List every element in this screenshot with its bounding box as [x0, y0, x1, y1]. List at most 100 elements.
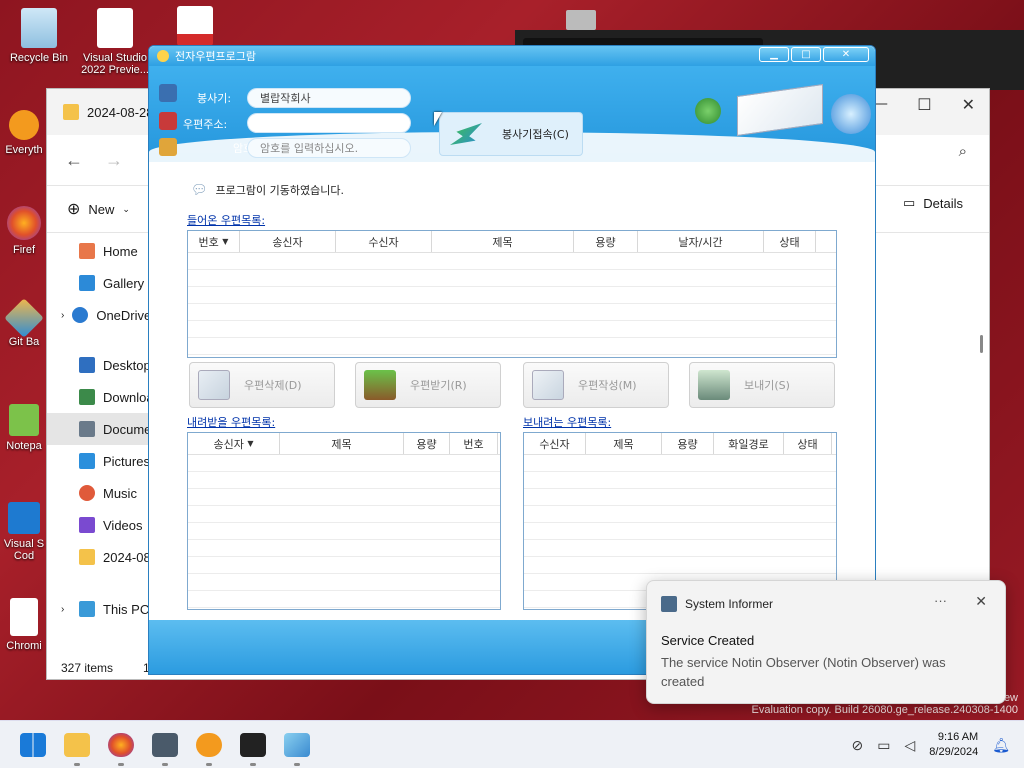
- status-text: 프로그람이 기동하였습니다.: [215, 184, 344, 197]
- everything-search-icon[interactable]: [196, 733, 222, 757]
- col-number[interactable]: 번호 ▼: [188, 231, 240, 252]
- col-recipient[interactable]: 수신자: [524, 433, 586, 454]
- sidebar-item-pictures[interactable]: Pictures: [47, 445, 151, 477]
- desktop-icon-label: Visual Studio 2022 Previe...: [81, 52, 149, 76]
- new-button[interactable]: New: [88, 202, 114, 217]
- close-icon[interactable]: ✕: [975, 593, 987, 610]
- desktop-icon: [79, 357, 95, 373]
- sidebar-item-label: Gallery: [103, 275, 145, 291]
- download-grid[interactable]: 송신자 ▼ 제목 용량 번호: [187, 432, 501, 610]
- col-sender[interactable]: 송신자: [240, 231, 336, 252]
- send-button[interactable]: 보내기(S): [689, 362, 835, 408]
- pictures-icon: [79, 453, 95, 469]
- desktop-icon-pdf[interactable]: [160, 6, 230, 50]
- system-informer-taskbar-icon[interactable]: [152, 733, 178, 757]
- search-icon[interactable]: ⌕: [959, 143, 967, 160]
- col-size[interactable]: 용량: [662, 433, 714, 454]
- server-label: 봉사기:: [197, 92, 232, 105]
- display-icon[interactable]: ▭: [877, 737, 890, 754]
- chevron-right-icon[interactable]: ›: [61, 604, 71, 615]
- col-subject[interactable]: 제목: [432, 231, 574, 252]
- sidebar-item-home[interactable]: Home: [47, 235, 151, 267]
- network-disconnected-icon[interactable]: ⊘: [852, 737, 864, 754]
- email-app-taskbar-icon[interactable]: [284, 733, 310, 757]
- sidebar-item-gallery[interactable]: Gallery: [47, 267, 151, 299]
- search-magnifier-icon: [9, 110, 39, 140]
- desktop-icon-visual-studio[interactable]: Visual Studio 2022 Previe...: [80, 8, 150, 76]
- watermark-text: Evaluation copy. Build 26080.ge_release.…: [751, 704, 1018, 716]
- notification-bell-icon[interactable]: 🔔︎: [992, 737, 1010, 754]
- server-field[interactable]: 별랍작회사: [247, 88, 411, 108]
- inbox-grid[interactable]: 번호 ▼ 송신자 수신자 제목 용량 날자/시간 상태: [187, 230, 837, 358]
- sidebar-item-music[interactable]: Music: [47, 477, 151, 509]
- folder-icon: [63, 104, 79, 120]
- minimize-button[interactable]: ▁: [759, 47, 789, 62]
- sidebar-item-this-pc[interactable]: › This PC: [47, 593, 151, 625]
- documents-icon: [79, 421, 95, 437]
- sidebar-item-downloads[interactable]: Downloads: [47, 381, 151, 413]
- scrollbar[interactable]: [980, 335, 983, 353]
- sidebar-item-onedrive[interactable]: › OneDrive: [47, 299, 151, 331]
- sidebar-item-documents[interactable]: Documents: [47, 413, 151, 445]
- sidebar-item-label: Home: [103, 243, 138, 259]
- connect-server-button[interactable]: 봉사기접속(C): [439, 112, 583, 156]
- col-sender[interactable]: 송신자 ▼: [188, 433, 280, 454]
- col-file-path[interactable]: 화일경로: [714, 433, 784, 454]
- desktop-icon-recycle-bin[interactable]: Recycle Bin: [4, 8, 74, 64]
- sidebar-item-label: Documents: [103, 421, 151, 437]
- col-datetime[interactable]: 날자/시간: [638, 231, 764, 252]
- download-list-title: 내려받을 우편목록:: [187, 416, 276, 429]
- file-explorer-icon[interactable]: [64, 733, 90, 757]
- running-indicator: [294, 763, 300, 766]
- clock[interactable]: 9:16 AM 8/29/2024: [929, 730, 978, 760]
- toast-message: The service Notin Observer (Notin Observ…: [661, 655, 946, 689]
- col-recipient[interactable]: 수신자: [336, 231, 432, 252]
- more-options-icon[interactable]: ···: [934, 593, 947, 608]
- sidebar-item-desktop[interactable]: Desktop: [47, 349, 151, 381]
- close-icon[interactable]: ✕: [962, 95, 975, 115]
- explorer-tab-title: 2024-08-28: [87, 104, 154, 120]
- col-size[interactable]: 용량: [574, 231, 638, 252]
- email-field[interactable]: [247, 113, 411, 133]
- cloud-icon: [72, 307, 89, 323]
- sidebar-item-videos[interactable]: Videos: [47, 509, 151, 541]
- col-status[interactable]: 상태: [784, 433, 832, 454]
- chevron-right-icon[interactable]: ›: [61, 310, 64, 321]
- download-rows: [188, 455, 500, 609]
- terminal-icon[interactable]: [240, 733, 266, 757]
- col-number[interactable]: 번호: [450, 433, 498, 454]
- receive-mail-button[interactable]: 우편받기(R): [355, 362, 501, 408]
- clock-date: 8/29/2024: [929, 746, 979, 758]
- col-subject[interactable]: 제목: [586, 433, 662, 454]
- notepad-icon: [9, 404, 39, 436]
- notification-toast[interactable]: System Informer ··· ✕ Service Created Th…: [646, 580, 1006, 704]
- status-line: 💬︎ 프로그람이 기동하였습니다.: [191, 182, 344, 198]
- maximize-button[interactable]: □: [791, 47, 821, 62]
- app-title: 전자우편프로그람: [175, 50, 256, 63]
- col-size[interactable]: 용량: [404, 433, 450, 454]
- firefox-icon: [7, 206, 41, 240]
- forward-arrow-icon[interactable]: →: [105, 150, 123, 171]
- receive-mail-label: 우편받기(R): [410, 379, 467, 392]
- vscode-icon: [8, 502, 40, 534]
- password-field[interactable]: 암호를 입력하십시오.: [247, 138, 411, 158]
- col-subject[interactable]: 제목: [280, 433, 404, 454]
- compose-mail-button[interactable]: 우편작성(M): [523, 362, 669, 408]
- sidebar-item-label: Downloads: [103, 389, 151, 405]
- volume-muted-icon[interactable]: ◁: [905, 737, 916, 754]
- running-indicator: [74, 763, 80, 766]
- details-button[interactable]: ▭ Details: [903, 195, 963, 211]
- start-windows-icon[interactable]: [20, 733, 46, 757]
- firefox-icon[interactable]: [108, 733, 134, 757]
- sidebar-item-label: This PC: [103, 601, 150, 617]
- maximize-icon[interactable]: ☐: [917, 95, 931, 115]
- col-status[interactable]: 상태: [764, 231, 816, 252]
- sidebar-item-folder[interactable]: 2024-08-: [47, 541, 151, 573]
- back-arrow-icon[interactable]: ←: [65, 150, 83, 171]
- details-pane-icon: ▭: [902, 195, 916, 210]
- running-indicator: [250, 763, 256, 766]
- outbox-header: 수신자 제목 용량 화일경로 상태: [524, 433, 836, 455]
- close-button[interactable]: ✕: [823, 47, 869, 62]
- delete-mail-button[interactable]: 우편삭제(D): [189, 362, 335, 408]
